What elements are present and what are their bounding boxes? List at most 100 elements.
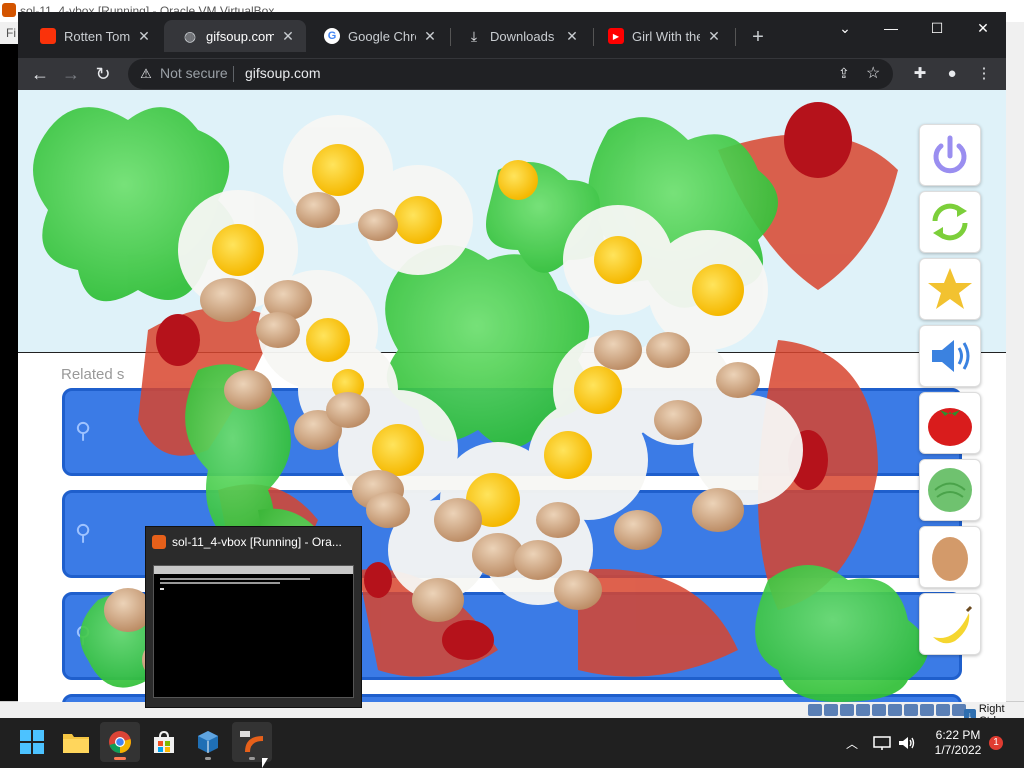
windows-logo-icon (20, 730, 44, 754)
forward-button[interactable]: → (59, 62, 83, 86)
thumbnail-title-row: sol-11_4-vbox [Running] - Ora... (152, 535, 342, 549)
url-text[interactable]: gifsoup.com (245, 65, 320, 81)
close-window-button[interactable]: ✕ (960, 16, 1006, 40)
refresh-arrows-icon (932, 203, 968, 241)
mouse-cursor (262, 758, 268, 768)
tomato-icon (928, 408, 972, 446)
google-favicon: G (324, 28, 340, 44)
menu-kebab-icon[interactable]: ⋮ (972, 62, 996, 86)
bookmark-star-icon[interactable]: ☆ (866, 63, 880, 83)
globe-icon: ◍ (183, 27, 197, 44)
audio-icon[interactable] (840, 704, 854, 716)
close-icon[interactable]: ✕ (706, 28, 722, 44)
recording-icon[interactable] (920, 704, 934, 716)
cabbage-item-button[interactable] (919, 459, 981, 521)
browser-toolbar: ← → ↻ ⚠ Not secure gifsoup.com ⇪ ☆ ✚ ● ⋮ (18, 58, 1006, 90)
thumbnail-screen[interactable] (153, 565, 354, 698)
virtualbox-manager-button[interactable] (188, 722, 228, 762)
show-hidden-icons-chevron[interactable]: ︿ (846, 718, 858, 768)
store-bag-icon (154, 730, 174, 753)
clock-date: 1/7/2022 (934, 743, 982, 757)
tab-label: Rotten Tomatoes (64, 28, 130, 44)
display-icon[interactable] (904, 704, 918, 716)
network-monitor-icon (873, 736, 891, 750)
volume-icon[interactable] (898, 718, 916, 768)
download-icon: ⤓ (470, 27, 478, 44)
running-indicator (205, 757, 211, 760)
system-clock[interactable]: 6:22 PM 1/7/2022 (928, 728, 988, 758)
reload-button[interactable]: ↻ (91, 62, 115, 86)
vm-session-button[interactable] (232, 722, 272, 762)
minimize-button[interactable]: — (868, 16, 914, 40)
restart-button[interactable] (919, 191, 981, 253)
tab-search-button[interactable]: ⌄ (822, 16, 868, 40)
tab-label: Google Chrome (348, 28, 416, 44)
power-icon (933, 135, 967, 174)
close-icon[interactable]: ✕ (422, 28, 438, 44)
tab-gifsoup[interactable]: ◍ gifsoup.com ✕ (164, 20, 306, 52)
hard-disk-icon[interactable] (808, 704, 822, 716)
optical-drive-icon[interactable] (824, 704, 838, 716)
network-icon[interactable] (856, 704, 870, 716)
vm-screen-edge (0, 44, 18, 704)
network-icon[interactable] (873, 718, 891, 768)
microsoft-store-button[interactable] (144, 722, 184, 762)
tab-downloads[interactable]: ⤓ Downloads ✕ (448, 20, 590, 52)
power-button[interactable] (919, 124, 981, 186)
tab-rotten-tomatoes[interactable]: Rotten Tomatoes ✕ (22, 20, 162, 52)
omnibox-separator (233, 66, 234, 82)
close-icon[interactable]: ✕ (136, 28, 152, 44)
profile-icon[interactable]: ● (940, 62, 964, 86)
security-label[interactable]: Not secure (160, 65, 228, 81)
clock-time: 6:22 PM (935, 728, 981, 742)
cpu-icon[interactable] (936, 704, 950, 716)
chrome-taskbar-button[interactable] (100, 722, 140, 762)
tab-google-chrome[interactable]: G Google Chrome ✕ (306, 20, 448, 52)
vm-running-icon (240, 731, 263, 752)
sound-button[interactable] (919, 325, 981, 387)
star-score-button[interactable] (919, 258, 981, 320)
notification-badge[interactable]: 1 (989, 736, 1003, 750)
game-button-column (919, 124, 981, 660)
vm-device-icons (808, 704, 966, 716)
new-tab-button[interactable]: + (746, 26, 770, 50)
close-icon[interactable]: ✕ (280, 28, 296, 44)
youtube-favicon: ▶ (608, 28, 624, 44)
start-button[interactable] (12, 722, 52, 762)
console-line (160, 578, 310, 580)
tomato-item-button[interactable] (919, 392, 981, 454)
shared-folders-icon[interactable] (888, 704, 902, 716)
folder-icon (63, 734, 89, 753)
windows-taskbar: ︿ 6:22 PM 1/7/2022 1 (0, 718, 1024, 768)
tab-youtube[interactable]: ▶ Girl With the n ✕ (590, 20, 732, 52)
file-explorer-button[interactable] (56, 722, 96, 762)
menu-file[interactable]: Fi (6, 26, 16, 40)
running-indicator (249, 757, 255, 760)
tab-label: gifsoup.com (206, 28, 274, 44)
chrome-logo-icon (109, 731, 131, 753)
back-button[interactable]: ← (28, 62, 52, 86)
usb-icon[interactable] (872, 704, 886, 716)
taskbar-thumbnail-preview[interactable]: sol-11_4-vbox [Running] - Ora... (145, 526, 362, 708)
console-line (160, 582, 280, 584)
tab-strip: Rotten Tomatoes ✕ ◍ gifsoup.com ✕ G Goog… (18, 12, 1006, 58)
gold-star-icon (928, 268, 972, 309)
virtualbox-logo-icon (152, 535, 166, 549)
banana-item-button[interactable] (919, 593, 981, 655)
close-icon[interactable]: ✕ (564, 28, 580, 44)
extensions-puzzle-icon[interactable]: ✚ (908, 62, 932, 86)
warning-icon[interactable]: ⚠ (138, 66, 154, 82)
tab-label: Downloads (490, 28, 555, 44)
share-icon[interactable]: ⇪ (838, 65, 850, 82)
rotten-tomatoes-favicon (40, 28, 56, 44)
egg-item-button[interactable] (919, 526, 981, 588)
address-bar[interactable]: ⚠ Not secure gifsoup.com ⇪ ☆ (128, 59, 893, 89)
maximize-button[interactable]: ☐ (914, 16, 960, 40)
banana-icon (933, 605, 973, 644)
egg-icon (932, 537, 968, 581)
virtualbox-logo-icon (2, 3, 16, 17)
thumbnail-title: sol-11_4-vbox [Running] - Ora... (172, 535, 342, 549)
thumbnail-menubar (154, 566, 353, 574)
speaker-icon (932, 340, 970, 372)
tab-label: Girl With the n (632, 28, 700, 44)
